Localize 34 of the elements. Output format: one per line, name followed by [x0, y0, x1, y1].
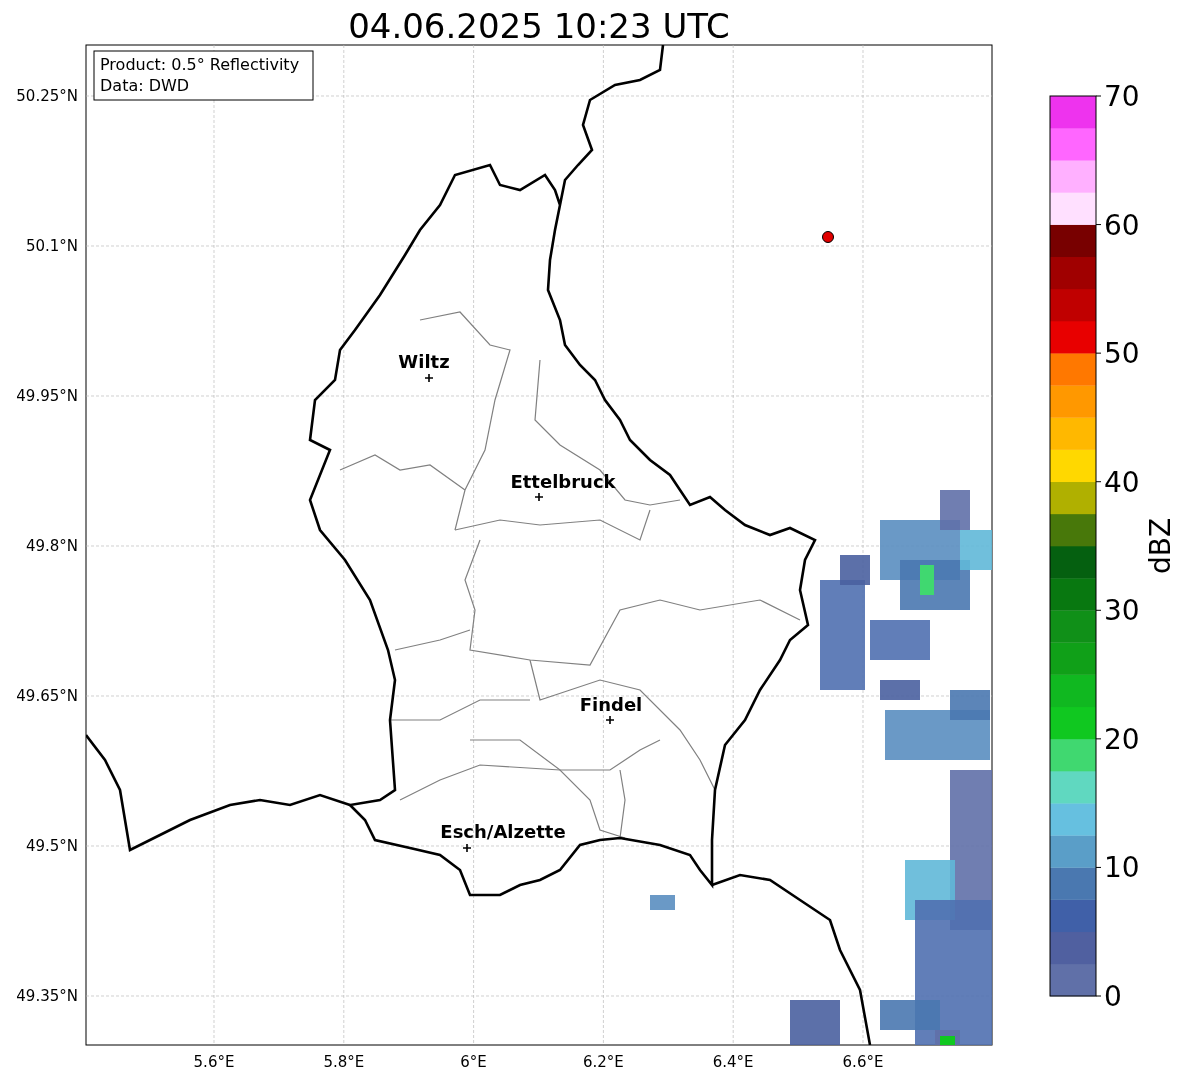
radar-site-marker — [822, 231, 834, 243]
city-label: Ettelbruck — [510, 471, 616, 492]
colorbar-tick-label: 40 — [1104, 465, 1140, 499]
city-label: Findel — [579, 694, 643, 715]
colorbar-tick-label: 10 — [1104, 851, 1140, 885]
axis-tick-label: 49.35°N — [16, 987, 78, 1005]
city-label: Esch/Alzette — [440, 821, 566, 842]
axis-tick-label: 49.95°N — [16, 387, 78, 405]
axis-tick-label: 6.6°E — [842, 1053, 884, 1071]
city-marker-icon — [462, 843, 472, 853]
axis-tick-label: 5.8°E — [323, 1053, 365, 1071]
axis-tick-label: 49.5°N — [25, 837, 78, 855]
axis-tick-label: 50.25°N — [16, 87, 78, 105]
axis-tick-label: 6.4°E — [712, 1053, 754, 1071]
info-text: Data: DWD — [100, 76, 190, 95]
colorbar-tick-label: 30 — [1104, 594, 1140, 628]
city-marker-icon — [605, 715, 615, 725]
axis-tick-label: 50.1°N — [25, 237, 78, 255]
colorbar-tick-label: 50 — [1104, 337, 1140, 371]
colorbar-tick-label: 70 — [1104, 80, 1140, 113]
city-label: Wiltz — [398, 351, 450, 372]
axis-tick-label: 6.2°E — [583, 1053, 624, 1071]
colorbar-tick-label: 0 — [1104, 980, 1122, 1013]
colorbar-tick-label: 60 — [1104, 208, 1140, 242]
info-text: Product: 0.5° Reflectivity — [100, 55, 300, 74]
axis-tick-label: 5.6°E — [193, 1053, 235, 1071]
colorbar-tick-label: 20 — [1104, 722, 1140, 756]
chart-title: 04.06.2025 10:23 UTC — [348, 6, 730, 46]
axis-tick-label: 6°E — [460, 1053, 487, 1071]
axis-tick-label: 49.65°N — [16, 687, 78, 705]
city-marker-icon — [424, 373, 434, 383]
axis-tick-label: 49.8°N — [25, 537, 78, 555]
city-marker-icon — [534, 492, 544, 502]
colorbar-label: dBZ — [1144, 517, 1177, 575]
